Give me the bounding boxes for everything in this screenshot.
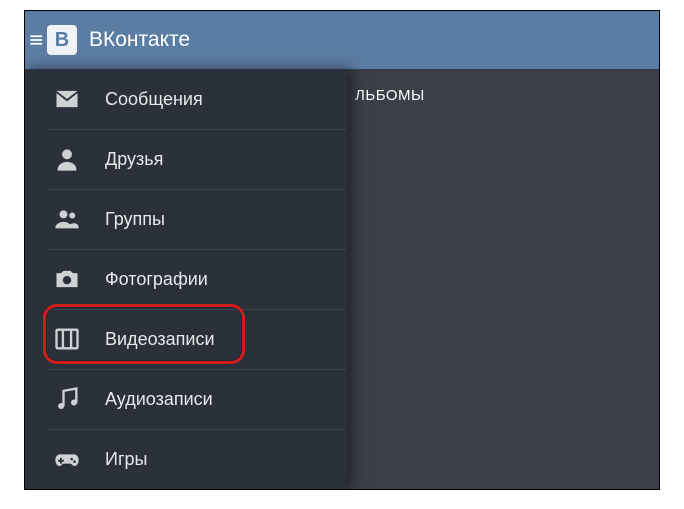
music-icon (53, 385, 81, 413)
sidebar-item-groups[interactable]: Группы (25, 189, 347, 249)
sidebar-item-photos[interactable]: Фотографии (25, 249, 347, 309)
user-icon (53, 145, 81, 173)
sidebar-drawer: Сообщения Друзья Группы Фотографии (25, 69, 347, 489)
app-frame: В ВКонтакте ЛЬБОМЫ Сообщения Друзья (24, 10, 660, 490)
sidebar-item-audio[interactable]: Аудиозаписи (25, 369, 347, 429)
sidebar-item-friends[interactable]: Друзья (25, 129, 347, 189)
group-icon (53, 205, 81, 233)
gamepad-icon (53, 445, 81, 473)
sidebar-item-messages[interactable]: Сообщения (25, 69, 347, 129)
sidebar-item-label: Фотографии (105, 269, 208, 290)
envelope-icon (53, 85, 81, 113)
sidebar-item-videos[interactable]: Видеозаписи (25, 309, 347, 369)
sidebar-item-label: Видеозаписи (105, 329, 215, 350)
video-icon (53, 325, 81, 353)
vk-logo: В (47, 25, 77, 55)
sidebar-item-label: Игры (105, 449, 147, 470)
sidebar-item-label: Группы (105, 209, 165, 230)
app-header: В ВКонтакте (25, 11, 659, 69)
tab-albums[interactable]: ЛЬБОМЫ (355, 87, 425, 104)
body-area: ЛЬБОМЫ Сообщения Друзья Группы (25, 69, 659, 489)
sidebar-item-games[interactable]: Игры (25, 429, 347, 489)
app-title: ВКонтакте (89, 28, 190, 52)
camera-icon (53, 265, 81, 293)
menu-button[interactable] (25, 11, 43, 69)
sidebar-item-label: Сообщения (105, 89, 203, 110)
sidebar-item-label: Аудиозаписи (105, 389, 213, 410)
sidebar-item-label: Друзья (105, 149, 163, 170)
